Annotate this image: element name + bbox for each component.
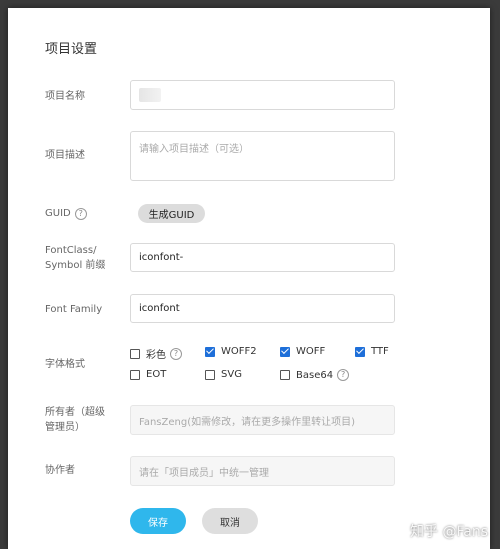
checkbox-box-checked[interactable] [205,346,215,357]
owner-value: FansZeng(如需修改，请在更多操作里转让项目) [139,416,356,428]
project-name-input[interactable] [130,80,395,110]
fontclass-input[interactable]: iconfont- [130,243,395,272]
help-icon[interactable]: ? [170,347,182,360]
format-checkbox-svg[interactable]: SVG [205,369,242,380]
checkbox-box-checked[interactable] [280,346,290,357]
collab-value: 请在「项目成员」中统一管理 [139,467,269,479]
project-settings-dialog: 项目设置 项目名称 项目描述 请输入项目描述（可选） GUID ? 生成GUID… [8,8,490,549]
checkbox-box[interactable] [130,348,140,359]
format-label-ttf: TTF [371,346,389,357]
format-label-base64: Base64 [296,369,334,381]
help-icon[interactable]: ? [74,207,87,220]
format-label-woff: WOFF [296,346,326,357]
generate-guid-button[interactable]: 生成GUID [138,204,205,223]
fontfamily-input[interactable]: iconfont [130,294,395,323]
fontfamily-label: Font Family [45,304,103,315]
checkbox-box-checked[interactable] [355,346,365,357]
format-label-svg: SVG [221,369,242,380]
project-desc-label: 项目描述 [45,150,85,161]
fontclass-label: FontClass/ Symbol 前缀 [45,243,105,273]
format-checkbox-eot[interactable]: EOT [130,369,166,380]
collab-label: 协作者 [45,465,75,476]
watermark: 知乎 @Fans [410,524,488,540]
format-label: 字体格式 [45,359,85,370]
guid-label-wrap: GUID ? [45,206,87,221]
format-checkbox-color[interactable]: 彩色 ? [130,346,182,361]
format-checkbox-ttf[interactable]: TTF [355,346,389,357]
format-label-woff2: WOFF2 [221,346,257,357]
project-name-label: 项目名称 [45,91,85,102]
owner-input: FansZeng(如需修改，请在更多操作里转让项目) [130,405,395,435]
save-button[interactable]: 保存 [130,508,186,534]
help-icon[interactable]: ? [337,369,350,381]
guid-label: GUID [45,208,71,219]
format-label-eot: EOT [146,369,167,380]
format-checkbox-woff2[interactable]: WOFF2 [205,346,257,357]
format-label-color: 彩色 [146,350,166,361]
owner-label: 所有者（超级 管理员） [45,405,105,435]
checkbox-box[interactable] [280,370,290,380]
owner-label-line2: 管理员） [45,422,85,433]
dialog-title: 项目设置 [45,42,98,57]
project-desc-textarea[interactable]: 请输入项目描述（可选） [130,131,395,181]
owner-label-line1: 所有者（超级 [45,407,105,418]
fontclass-label-line1: FontClass/ [45,245,97,256]
cancel-button[interactable]: 取消 [202,508,258,534]
fontclass-value: iconfont- [139,252,184,263]
checkbox-box[interactable] [130,369,140,380]
collab-input: 请在「项目成员」中统一管理 [130,456,395,486]
fontclass-label-line2: Symbol 前缀 [45,260,106,271]
redacted-name [139,88,161,102]
fontfamily-value: iconfont [139,303,180,314]
checkbox-box[interactable] [205,369,215,380]
desc-placeholder: 请输入项目描述（可选） [139,144,249,155]
format-checkbox-woff[interactable]: WOFF [280,346,325,357]
format-checkbox-base64[interactable]: Base64 ? [280,369,350,381]
